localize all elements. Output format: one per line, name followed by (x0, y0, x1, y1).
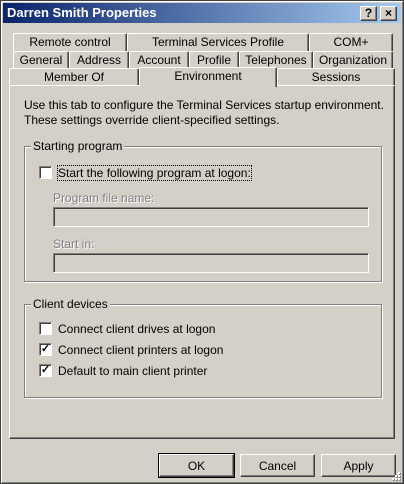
default-printer-row[interactable]: ✓ Default to main client printer (39, 363, 339, 379)
apply-button[interactable]: Apply (321, 454, 396, 477)
connect-printers-label[interactable]: Connect client printers at logon (58, 343, 223, 357)
environment-panel: Use this tab to configure the Terminal S… (9, 85, 395, 439)
description-text: Use this tab to configure the Terminal S… (24, 98, 384, 127)
ok-button[interactable]: OK (158, 453, 235, 478)
connect-drives-checkbox[interactable] (39, 322, 52, 335)
connect-printers-checkbox[interactable]: ✓ (39, 343, 52, 356)
client-devices-group: Client devices Connect client drives at … (24, 297, 382, 398)
start-program-label[interactable]: Start the following program at logon: (57, 165, 252, 181)
connect-drives-label[interactable]: Connect client drives at logon (58, 322, 215, 336)
title-bar[interactable]: Darren Smith Properties ? × (3, 3, 401, 23)
tab-sessions[interactable]: Sessions (277, 68, 395, 86)
client-devices-legend: Client devices (31, 297, 110, 311)
default-printer-label[interactable]: Default to main client printer (58, 364, 207, 378)
tab-terminal-services-profile[interactable]: Terminal Services Profile (127, 33, 309, 51)
cancel-button[interactable]: Cancel (240, 454, 315, 477)
starting-program-legend: Starting program (31, 139, 125, 153)
tab-organization[interactable]: Organization (313, 51, 393, 69)
window-title: Darren Smith Properties (7, 5, 157, 20)
help-button[interactable]: ? (360, 6, 377, 21)
default-printer-checkbox[interactable]: ✓ (39, 364, 52, 377)
program-file-label: Program file name: (53, 191, 155, 205)
program-file-input[interactable] (53, 207, 369, 227)
start-program-checkbox-row[interactable]: Start the following program at logon: (39, 165, 339, 181)
start-in-input[interactable] (53, 253, 369, 273)
tab-general[interactable]: General (13, 51, 69, 69)
starting-program-group: Starting program Start the following pro… (24, 139, 382, 282)
start-program-checkbox[interactable] (39, 166, 52, 179)
tab-com-plus[interactable]: COM+ (309, 33, 393, 51)
tab-remote-control[interactable]: Remote control (13, 33, 127, 51)
close-button[interactable]: × (380, 6, 397, 21)
connect-printers-row[interactable]: ✓ Connect client printers at logon (39, 342, 339, 358)
connect-drives-row[interactable]: Connect client drives at logon (39, 321, 339, 337)
tab-address[interactable]: Address (69, 51, 129, 69)
properties-dialog: Darren Smith Properties ? × Remote contr… (0, 0, 404, 484)
tab-member-of[interactable]: Member Of (9, 68, 139, 86)
resize-grip-icon[interactable] (389, 469, 401, 481)
start-in-label: Start in: (53, 237, 95, 251)
tab-environment[interactable]: Environment (139, 67, 277, 87)
